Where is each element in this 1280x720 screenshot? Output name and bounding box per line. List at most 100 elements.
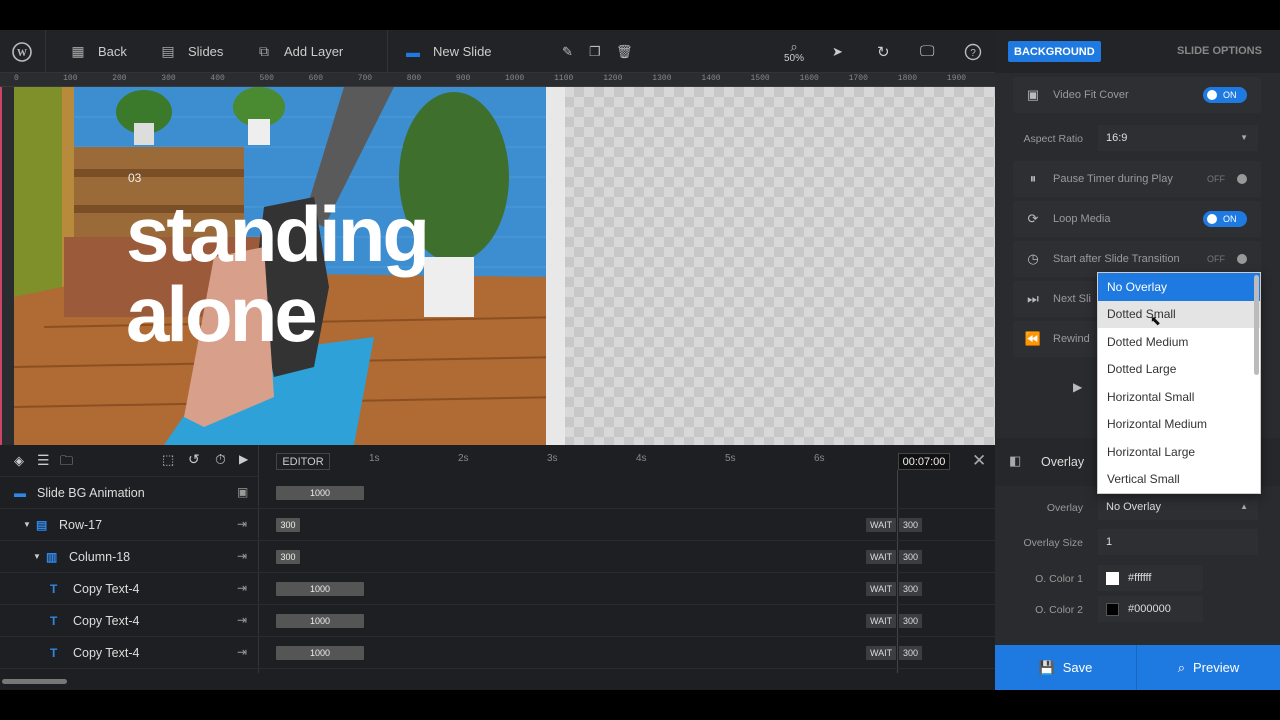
color2-swatch xyxy=(1106,602,1119,616)
help-icon[interactable]: ? xyxy=(964,30,982,73)
play-icon[interactable]: ▶ xyxy=(1073,380,1082,394)
dropdown-scrollbar[interactable] xyxy=(1254,275,1259,375)
back-button[interactable]: ▦ Back xyxy=(70,30,127,73)
color1-picker[interactable]: #ffffff xyxy=(1098,565,1203,591)
wait-value[interactable]: 300 xyxy=(899,582,923,596)
aspect-ratio-select[interactable]: 16:9 ▼ xyxy=(1098,125,1258,151)
wait-value[interactable]: 300 xyxy=(899,646,923,660)
layers-icon[interactable]: ◈ xyxy=(14,453,24,469)
ruler-mark: 1700 xyxy=(848,74,868,83)
tab-icon[interactable]: ⇥ xyxy=(237,581,247,595)
video-fit-toggle[interactable]: ON xyxy=(1203,87,1247,103)
zoom-value: 50% xyxy=(784,52,805,64)
total-time-display[interactable]: 00:07:00 xyxy=(898,453,950,470)
start-after-label: Start after Slide Transition xyxy=(1053,253,1180,265)
delete-icon[interactable]: 🗑 xyxy=(616,30,633,73)
timeline-row[interactable]: T Copy Text-4 ⇥ 1000 WAIT 300 xyxy=(0,605,995,637)
wordpress-logo-button[interactable]: W xyxy=(12,30,32,73)
timeline-scrollbar[interactable] xyxy=(2,679,67,684)
save-button[interactable]: 💾 Save xyxy=(995,645,1137,690)
loop-icon[interactable]: ↺ xyxy=(188,451,200,468)
edit-icon[interactable]: ✎ xyxy=(562,30,573,73)
wait-value[interactable]: 300 xyxy=(899,518,923,532)
tab-background[interactable]: BACKGROUND xyxy=(1008,41,1101,62)
expand-icon[interactable]: ▼ xyxy=(33,552,41,561)
animation-bar[interactable]: 300 xyxy=(276,518,300,532)
color2-picker[interactable]: #000000 xyxy=(1098,596,1203,622)
animation-bar[interactable]: 1000 xyxy=(276,582,364,596)
pointer-icon[interactable]: ➤ xyxy=(832,30,843,73)
animation-bar[interactable]: 300 xyxy=(276,550,300,564)
dropdown-option[interactable]: Vertical Small xyxy=(1098,466,1260,494)
folder-icon[interactable]: 🗀 xyxy=(60,452,73,474)
select-icon[interactable]: ⬚ xyxy=(162,452,174,468)
undo-icon[interactable]: ↻ xyxy=(877,30,890,73)
layer-name: Copy Text-4 xyxy=(73,646,140,660)
image-icon: ▣ xyxy=(1026,87,1040,102)
ruler-mark: 1100 xyxy=(554,74,574,83)
close-timeline-icon[interactable]: ✕ xyxy=(972,451,986,471)
dropdown-option[interactable]: Dotted Large xyxy=(1098,356,1260,384)
overlay-dropdown[interactable]: No Overlay Dotted Small Dotted Medium Dotte… xyxy=(1097,272,1261,494)
cursor-icon: ⬉ xyxy=(1150,313,1161,328)
overlay-size-input[interactable]: 1 xyxy=(1098,529,1258,555)
timer-icon[interactable]: ⏱ xyxy=(215,451,226,468)
animation-bar[interactable]: 1000 xyxy=(276,646,364,660)
ruler-mark: 100 xyxy=(63,74,78,83)
list-icon[interactable]: ☰ xyxy=(37,452,50,469)
ruler-mark: 1200 xyxy=(603,74,623,83)
wait-value[interactable]: 300 xyxy=(899,550,923,564)
timeline-row[interactable]: ▼ ▤ Row-17 ⇥ 300 WAIT 300 xyxy=(0,509,995,541)
wait-label: WAIT xyxy=(866,646,897,660)
zoom-control[interactable]: ⌕ 50% xyxy=(784,30,804,73)
dropdown-option[interactable]: Horizontal Small xyxy=(1098,383,1260,411)
play-icon[interactable]: ▶ xyxy=(239,452,248,466)
timeline-row[interactable]: ▼ ▥ Column-18 ⇥ 300 WAIT 300 xyxy=(0,541,995,573)
dropdown-option[interactable]: Dotted Medium xyxy=(1098,328,1260,356)
image-icon[interactable]: ▣ xyxy=(237,485,248,499)
dropdown-option[interactable]: Dotted Small xyxy=(1098,300,1260,328)
duplicate-icon[interactable]: ❐ xyxy=(589,30,601,73)
pause-timer-toggle[interactable]: OFF xyxy=(1207,171,1247,187)
preview-button[interactable]: ⌕ Preview xyxy=(1137,645,1280,690)
expand-icon[interactable]: ▼ xyxy=(23,520,31,529)
overlay-select[interactable]: No Overlay ▲ xyxy=(1098,494,1258,520)
tab-icon[interactable]: ⇥ xyxy=(237,645,247,659)
layer-name: Slide BG Animation xyxy=(37,486,145,500)
headline-text-1[interactable]: standing xyxy=(126,195,430,273)
loop-media-toggle[interactable]: ON xyxy=(1203,211,1247,227)
search-icon: ⌕ xyxy=(1177,659,1186,675)
slide-canvas[interactable]: 03 standing alone xyxy=(14,87,995,445)
loop-media-label: Loop Media xyxy=(1053,213,1111,225)
dropdown-option[interactable]: Horizontal Large xyxy=(1098,438,1260,466)
animation-bar[interactable]: 1000 xyxy=(276,486,364,500)
animation-bar[interactable]: 1000 xyxy=(276,614,364,628)
slide-name[interactable]: ▬ New Slide xyxy=(405,30,492,73)
svg-text:W: W xyxy=(17,48,27,59)
headline-text-2[interactable]: alone xyxy=(126,275,318,353)
wait-value[interactable]: 300 xyxy=(899,614,923,628)
layer-type-icon: T xyxy=(50,582,58,596)
tab-slide-options[interactable]: SLIDE OPTIONS xyxy=(1177,45,1262,57)
start-after-toggle[interactable]: OFF xyxy=(1207,251,1247,267)
timeline-row[interactable]: T Copy Text-4 ⇥ 1000 WAIT 300 xyxy=(0,637,995,669)
tab-icon[interactable]: ⇥ xyxy=(237,613,247,627)
tab-icon[interactable]: ⇥ xyxy=(237,549,247,563)
slides-button[interactable]: ▤ Slides xyxy=(160,30,223,73)
timeline-row[interactable]: ▬ Slide BG Animation ▣ 1000 xyxy=(0,477,995,509)
layer-type-icon: ▥ xyxy=(46,550,58,564)
dropdown-option[interactable]: Horizontal Medium xyxy=(1098,411,1260,439)
editor-tab[interactable]: EDITOR xyxy=(276,453,330,470)
dropdown-option[interactable]: No Overlay xyxy=(1098,273,1260,301)
add-layer-button[interactable]: ⧉ Add Layer xyxy=(256,30,343,73)
slide-number-text[interactable]: 03 xyxy=(128,171,141,185)
overlay-label: Overlay xyxy=(1046,502,1083,514)
time-mark: 2s xyxy=(458,453,469,464)
color1-label: O. Color 1 xyxy=(1035,573,1083,585)
timeline-row[interactable]: T Copy Text-4 ⇥ 1000 WAIT 300 xyxy=(0,573,995,605)
top-toolbar: W ▦ Back ▤ Slides ⧉ Add Layer ▬ New Slid… xyxy=(0,30,995,98)
layer-type-icon: ▤ xyxy=(36,518,48,532)
desktop-icon[interactable]: 🖵 xyxy=(920,30,934,73)
tab-icon[interactable]: ⇥ xyxy=(237,517,247,531)
clock-icon: ◷ xyxy=(1027,251,1039,266)
